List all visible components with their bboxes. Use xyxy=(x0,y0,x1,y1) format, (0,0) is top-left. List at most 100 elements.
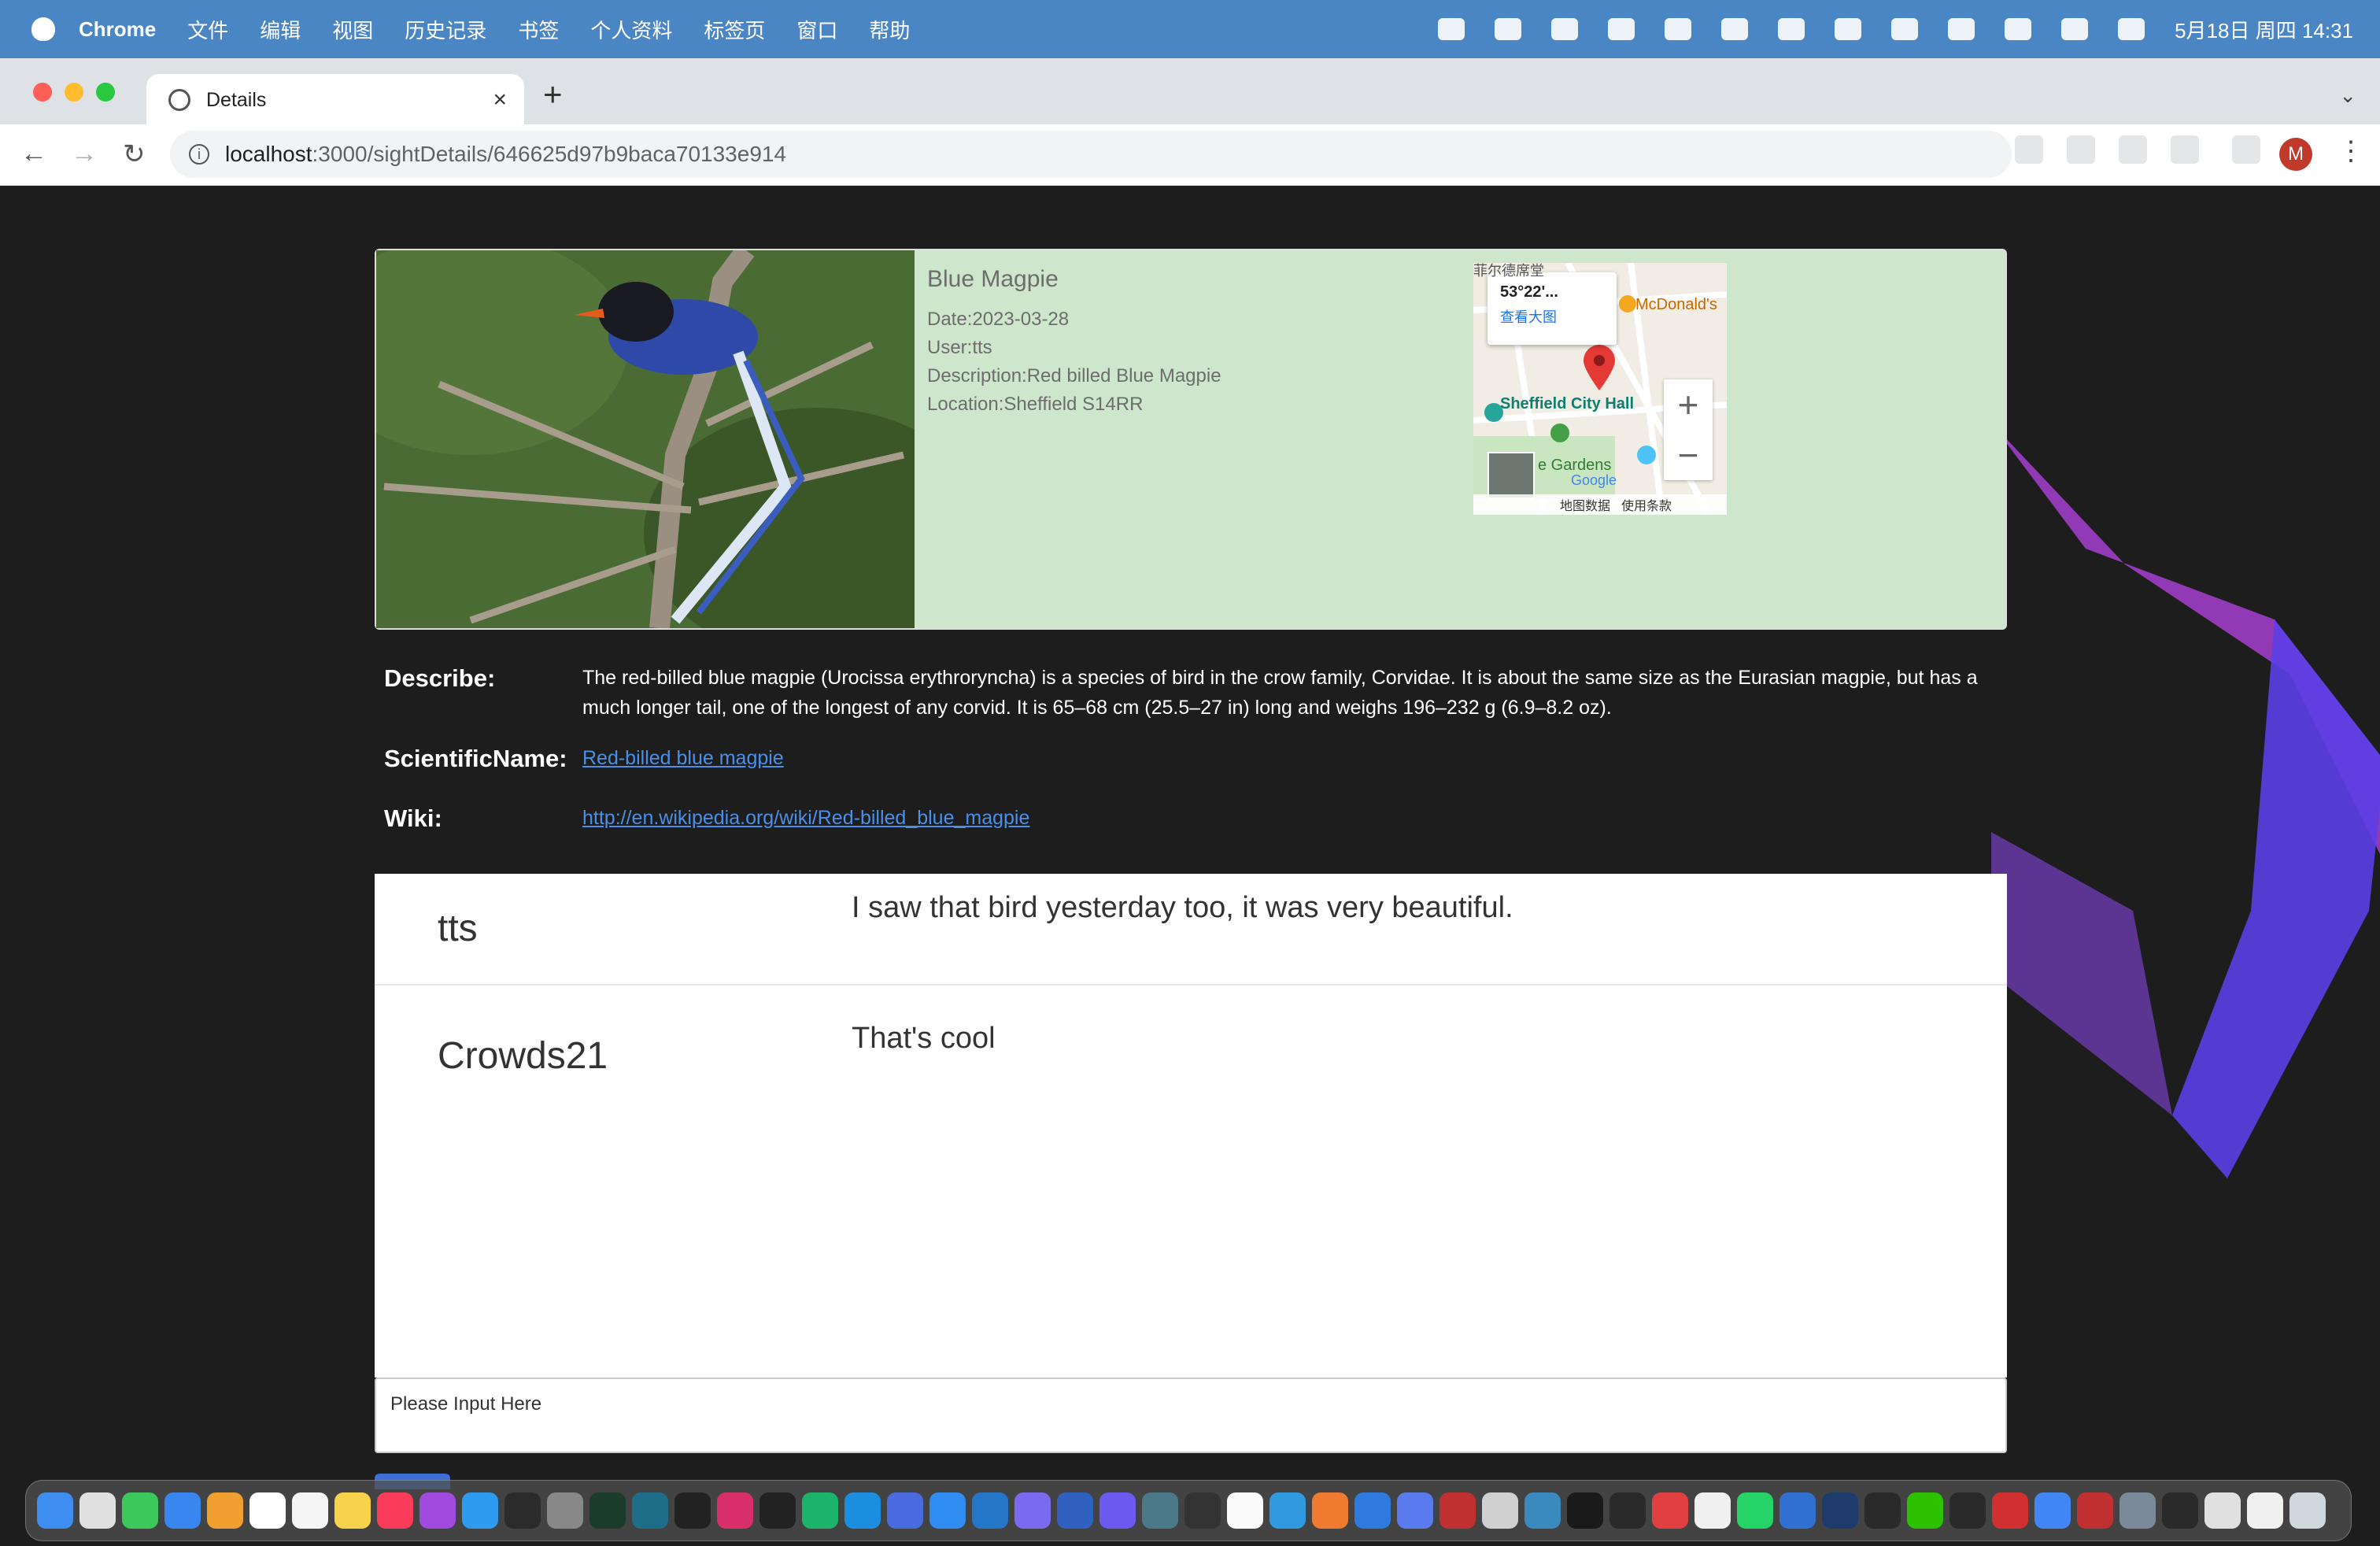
input-method-icon[interactable] xyxy=(1948,18,1975,40)
side-panel-icon[interactable] xyxy=(2232,135,2260,164)
apple-icon[interactable] xyxy=(31,17,55,41)
menu-history[interactable]: 历史记录 xyxy=(405,15,486,44)
messages-icon[interactable] xyxy=(122,1492,158,1529)
status-app-icon[interactable] xyxy=(1551,18,1579,40)
battery-icon[interactable] xyxy=(2005,18,2032,40)
app-icon[interactable] xyxy=(1439,1492,1476,1529)
app-icon[interactable] xyxy=(1142,1492,1178,1529)
translate-icon[interactable] xyxy=(2015,135,2043,164)
menu-app-name[interactable]: Chrome xyxy=(79,17,156,42)
tab-search-chevron-icon[interactable]: ⌄ xyxy=(2339,83,2356,108)
notes-icon[interactable] xyxy=(334,1492,371,1529)
status-app-icon[interactable] xyxy=(1608,18,1635,40)
chatgpt-icon[interactable] xyxy=(1609,1492,1646,1529)
site-info-icon[interactable]: i xyxy=(189,144,209,165)
wiki-link[interactable]: http://en.wikipedia.org/wiki/Red-billed_… xyxy=(582,807,1029,829)
address-bar[interactable]: i localhost:3000/sightDetails/646625d97b… xyxy=(170,131,2012,178)
app-icon[interactable] xyxy=(1694,1492,1731,1529)
trash-icon[interactable] xyxy=(2289,1492,2326,1529)
status-app-icon[interactable] xyxy=(1495,18,1522,40)
chrome-icon[interactable] xyxy=(2034,1492,2071,1529)
app-icon[interactable] xyxy=(1822,1492,1858,1529)
vscode-icon[interactable] xyxy=(972,1492,1008,1529)
edge-icon[interactable] xyxy=(1269,1492,1306,1529)
menu-view[interactable]: 视图 xyxy=(332,15,373,44)
share-icon[interactable] xyxy=(2119,135,2147,164)
system-settings-icon[interactable] xyxy=(547,1492,583,1529)
app-icon[interactable] xyxy=(1099,1492,1136,1529)
app-icon[interactable] xyxy=(1312,1492,1348,1529)
photos-icon[interactable] xyxy=(207,1492,243,1529)
arc-icon[interactable] xyxy=(674,1492,711,1529)
map-data-label[interactable]: 地图数据 xyxy=(1560,495,1610,514)
webstorm-icon[interactable] xyxy=(844,1492,881,1529)
app-icon[interactable] xyxy=(1652,1492,1688,1529)
menu-edit[interactable]: 编辑 xyxy=(260,15,301,44)
app-icon[interactable] xyxy=(1014,1492,1051,1529)
reload-icon[interactable]: ↻ xyxy=(123,139,146,170)
close-tab-icon[interactable]: × xyxy=(493,87,507,113)
zoom-in-button[interactable]: + xyxy=(1664,379,1713,430)
menu-help[interactable]: 帮助 xyxy=(869,15,910,44)
menu-file[interactable]: 文件 xyxy=(187,15,228,44)
app-icon[interactable] xyxy=(1567,1492,1603,1529)
app-icon[interactable] xyxy=(632,1492,668,1529)
menu-bookmarks[interactable]: 书签 xyxy=(518,15,559,44)
bluetooth-icon[interactable] xyxy=(1721,18,1749,40)
pycharm-icon[interactable] xyxy=(802,1492,838,1529)
app-icon[interactable] xyxy=(1354,1492,1391,1529)
terminal-icon[interactable] xyxy=(504,1492,541,1529)
menu-profiles[interactable]: 个人资料 xyxy=(590,15,672,44)
app-icon[interactable] xyxy=(2162,1492,2198,1529)
menu-tabs[interactable]: 标签页 xyxy=(704,15,765,44)
location-map[interactable]: 53°22'... 查看大图 菲尔德席堂 McDonald's Sheffiel… xyxy=(1473,263,1727,515)
wifi-icon[interactable] xyxy=(2061,18,2089,40)
app-icon[interactable] xyxy=(2247,1492,2283,1529)
close-window-button[interactable] xyxy=(33,83,52,102)
comment-input[interactable]: Please Input Here xyxy=(375,1378,2007,1453)
app-icon[interactable] xyxy=(2204,1492,2241,1529)
map-terms-link[interactable]: 使用条款 xyxy=(1621,495,1672,514)
tab-details[interactable]: Details × xyxy=(146,74,524,126)
podcasts-icon[interactable] xyxy=(419,1492,456,1529)
bookmark-star-icon[interactable] xyxy=(2171,135,2199,164)
wechat-icon[interactable] xyxy=(1907,1492,1943,1529)
launchpad-icon[interactable] xyxy=(79,1492,116,1529)
forward-icon[interactable]: → xyxy=(71,139,98,169)
preview-icon[interactable] xyxy=(2119,1492,2156,1529)
wps-icon[interactable] xyxy=(1992,1492,2028,1529)
mute-icon[interactable] xyxy=(1835,18,1862,40)
status-app-icon[interactable] xyxy=(1665,18,1692,40)
finder-icon[interactable] xyxy=(37,1492,73,1529)
wechat-status-icon[interactable] xyxy=(1438,18,1465,40)
terminal-alt-icon[interactable] xyxy=(589,1492,626,1529)
zoom-icon[interactable] xyxy=(2067,135,2095,164)
map-view-larger-link[interactable]: 查看大图 xyxy=(1500,306,1604,327)
new-tab-button[interactable]: + xyxy=(543,76,563,113)
menu-window[interactable]: 窗口 xyxy=(796,15,837,44)
app-icon[interactable] xyxy=(1864,1492,1901,1529)
status-app-icon[interactable] xyxy=(1778,18,1805,40)
appstore-icon[interactable] xyxy=(462,1492,498,1529)
app-icon[interactable] xyxy=(1779,1492,1816,1529)
zoom-window-button[interactable] xyxy=(96,83,115,102)
app-icon[interactable] xyxy=(1949,1492,1986,1529)
app-icon[interactable] xyxy=(1184,1492,1221,1529)
scientific-name-link[interactable]: Red-billed blue magpie xyxy=(582,747,784,769)
typora-icon[interactable] xyxy=(1227,1492,1263,1529)
display-icon[interactable] xyxy=(1891,18,1919,40)
app-icon[interactable] xyxy=(1482,1492,1518,1529)
menubar-clock[interactable]: 5月18日 周四 14:31 xyxy=(2175,15,2353,44)
minimize-window-button[interactable] xyxy=(65,83,83,102)
control-center-icon[interactable] xyxy=(2118,18,2145,40)
back-icon[interactable]: ← xyxy=(20,139,47,169)
safari-icon[interactable] xyxy=(929,1492,966,1529)
whatsapp-icon[interactable] xyxy=(1737,1492,1773,1529)
zoom-out-button[interactable]: − xyxy=(1664,430,1713,480)
music-icon[interactable] xyxy=(377,1492,413,1529)
map-marker-icon[interactable] xyxy=(1582,345,1617,392)
intellij-icon[interactable] xyxy=(717,1492,753,1529)
reminders-icon[interactable] xyxy=(292,1492,328,1529)
app-icon[interactable] xyxy=(887,1492,923,1529)
more-menu-icon[interactable]: ⋮ xyxy=(2338,135,2364,167)
